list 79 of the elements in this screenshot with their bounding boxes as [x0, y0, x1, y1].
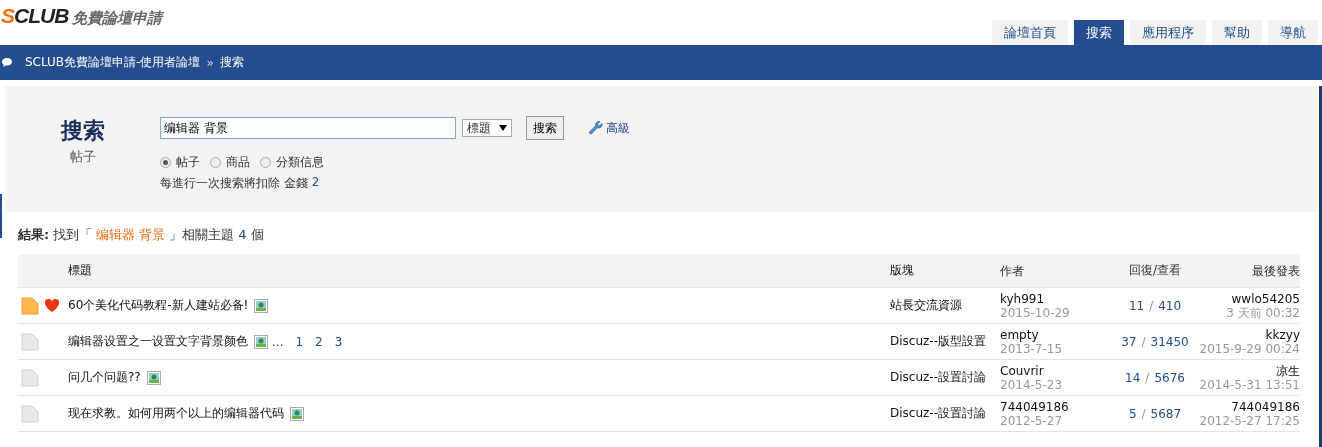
nav-tab[interactable]: 論壇首頁: [992, 20, 1068, 45]
speech-bubble-icon: [1, 57, 13, 68]
breadcrumb-link[interactable]: SCLUB免費論壇申請-使用者論壇: [25, 54, 201, 71]
wrench-icon: [588, 120, 604, 136]
image-attachment-icon: [254, 298, 269, 313]
last-poster-link[interactable]: 744049186: [1231, 399, 1300, 414]
view-count: 5676: [1154, 370, 1185, 385]
count-separator: /: [1145, 370, 1150, 385]
type-radio[interactable]: 分類信息: [260, 154, 324, 171]
result-keyword: 编辑器 背景: [96, 226, 166, 244]
reply-count: 11: [1128, 298, 1145, 313]
count-separator: /: [1149, 298, 1154, 313]
post-date: 2012-5-27: [1000, 413, 1064, 428]
nav-tab[interactable]: 幫助: [1212, 20, 1262, 45]
type-radio[interactable]: 帖子: [160, 154, 200, 171]
reply-count: 5: [1128, 406, 1137, 421]
forum-link[interactable]: 站長交流資源: [890, 297, 1000, 314]
pages-ellipsis: ...: [272, 334, 284, 349]
thread-title-link[interactable]: 问几个问题??: [68, 369, 141, 386]
forum-link[interactable]: Discuz--版型設置: [890, 333, 1000, 350]
image-attachment-icon: [290, 406, 304, 421]
result-text: 」相關主題: [169, 226, 235, 244]
forum-link[interactable]: Discuz--設置討論: [890, 369, 1000, 386]
logo-brand[interactable]: SCLUB: [1, 4, 69, 28]
forum-link[interactable]: Discuz--設置討論: [890, 405, 1000, 422]
logo-tagline: 免費論壇申請: [72, 9, 163, 28]
column-header: 標題: [68, 262, 93, 279]
breadcrumb-separator: »: [206, 55, 214, 70]
thread-title-link[interactable]: 60个美化代码教程-新人建站必备!: [68, 297, 249, 314]
last-post-time: 2012-5-27 17:25: [1199, 413, 1300, 428]
column-header: 作者: [1000, 263, 1025, 278]
type-radio[interactable]: 商品: [210, 154, 250, 171]
count-separator: /: [1141, 406, 1146, 421]
page-link[interactable]: 1: [295, 334, 304, 349]
thread-title-link[interactable]: 编辑器设置之一设置文字背景颜色: [68, 333, 248, 350]
search-subheading: 帖子: [69, 148, 96, 166]
last-post-time: 2014-5-31 13:51: [1199, 377, 1300, 392]
result-count: 4: [238, 227, 247, 242]
last-poster-link[interactable]: 凉生: [1276, 363, 1300, 378]
page-link[interactable]: 2: [315, 334, 323, 349]
view-count: 31450: [1150, 334, 1189, 349]
nav-tab[interactable]: 應用程序: [1130, 20, 1206, 45]
column-header: 回復/查看: [1127, 262, 1182, 279]
search-heading: 搜索: [60, 116, 105, 145]
count-separator: /: [1141, 334, 1146, 349]
cost-note: 每進行一次搜索將扣除 金錢: [160, 175, 308, 192]
view-count: 5687: [1150, 406, 1182, 421]
author-link[interactable]: kyh991: [1000, 291, 1100, 306]
scope-dropdown[interactable]: 標題: [462, 119, 512, 137]
post-date: 2014-5-23: [1000, 377, 1064, 392]
cost-value: 2: [311, 175, 320, 191]
search-button[interactable]: 搜索: [526, 116, 564, 140]
caret-icon: [499, 125, 507, 131]
column-header: 版塊: [890, 262, 915, 279]
author-link[interactable]: 744049186: [1000, 399, 1100, 414]
last-poster-link[interactable]: wwlo54205: [1231, 291, 1300, 306]
breadcrumb-current: 搜索: [219, 54, 244, 71]
view-count: 410: [1158, 298, 1182, 313]
author-link[interactable]: Couvrir: [1000, 363, 1100, 378]
author-link[interactable]: empty: [1000, 327, 1100, 342]
column-header: 最後發表: [1251, 263, 1300, 278]
nav-tab[interactable]: 搜索: [1074, 20, 1124, 45]
result-label: 結果:: [18, 226, 50, 244]
search-field[interactable]: 编辑器 背景: [160, 117, 456, 139]
reply-count: 14: [1125, 370, 1141, 385]
post-date: 2013-7-15: [1000, 341, 1064, 356]
result-text: 找到「: [53, 226, 93, 244]
last-post-time: 3 天前 00:32: [1226, 305, 1300, 320]
page-link[interactable]: 3: [334, 334, 343, 349]
image-attachment-icon: [146, 370, 161, 385]
last-post-time: 2015-9-29 00:24: [1199, 341, 1300, 356]
reply-count: 37: [1121, 334, 1137, 349]
nav-tab[interactable]: 導航: [1268, 20, 1318, 45]
post-date: 2015-10-29: [1000, 305, 1071, 320]
result-text: 個: [250, 226, 264, 244]
last-poster-link[interactable]: kkzyy: [1265, 327, 1300, 342]
advanced-link[interactable]: 高級: [606, 119, 630, 137]
thread-title-link[interactable]: 现在求教。如何用两个以上的编辑器代码: [68, 405, 284, 422]
image-attachment-icon: [254, 334, 268, 349]
